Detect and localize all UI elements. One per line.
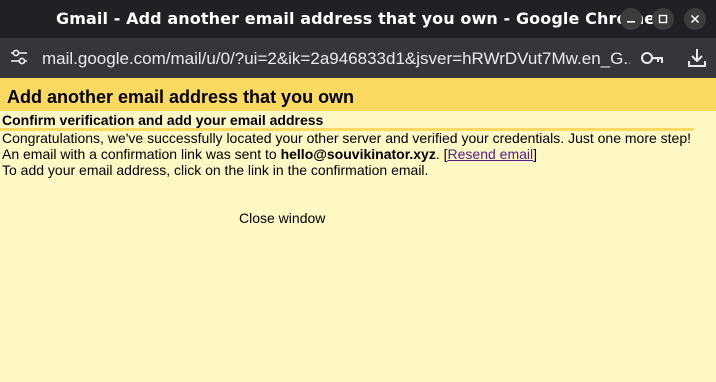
window-title: Gmail - Add another email address that y… [56,9,656,28]
message-line-2-end: ] [533,146,538,162]
section-title: Confirm verification and add your email … [2,112,324,128]
maximize-icon [658,14,668,24]
close-icon [690,14,700,24]
message-line-1: Congratulations, we've successfully loca… [2,130,692,146]
email-address: hello@souvikinator.xyz [280,146,436,162]
message-line-2: An email with a confirmation link was se… [2,146,692,162]
url-field[interactable]: mail.google.com/mail/u/0/?ui=2&ik=2a9468… [42,49,630,69]
minimize-button[interactable] [620,8,642,30]
minimize-icon [627,21,635,23]
tune-icon[interactable] [8,46,30,68]
download-icon[interactable] [686,46,708,70]
close-window-button[interactable] [684,8,706,30]
message-line-2-prefix: An email with a confirmation link was se… [2,146,281,162]
close-window-link[interactable]: Close window [239,210,325,226]
resend-email-link[interactable]: Resend email [448,146,534,162]
page-title: Add another email address that you own [7,87,355,107]
message-body: Congratulations, we've successfully loca… [2,130,692,178]
message-line-3: To add your email address, click on the … [2,162,429,178]
dialog-page: Add another email address that you own C… [0,78,716,382]
address-bar: mail.google.com/mail/u/0/?ui=2&ik=2a9468… [0,38,716,78]
window-titlebar: Gmail - Add another email address that y… [0,0,716,38]
maximize-button[interactable] [652,8,674,30]
key-icon[interactable] [640,48,666,68]
message-line-2-suffix: . [ [435,146,448,162]
